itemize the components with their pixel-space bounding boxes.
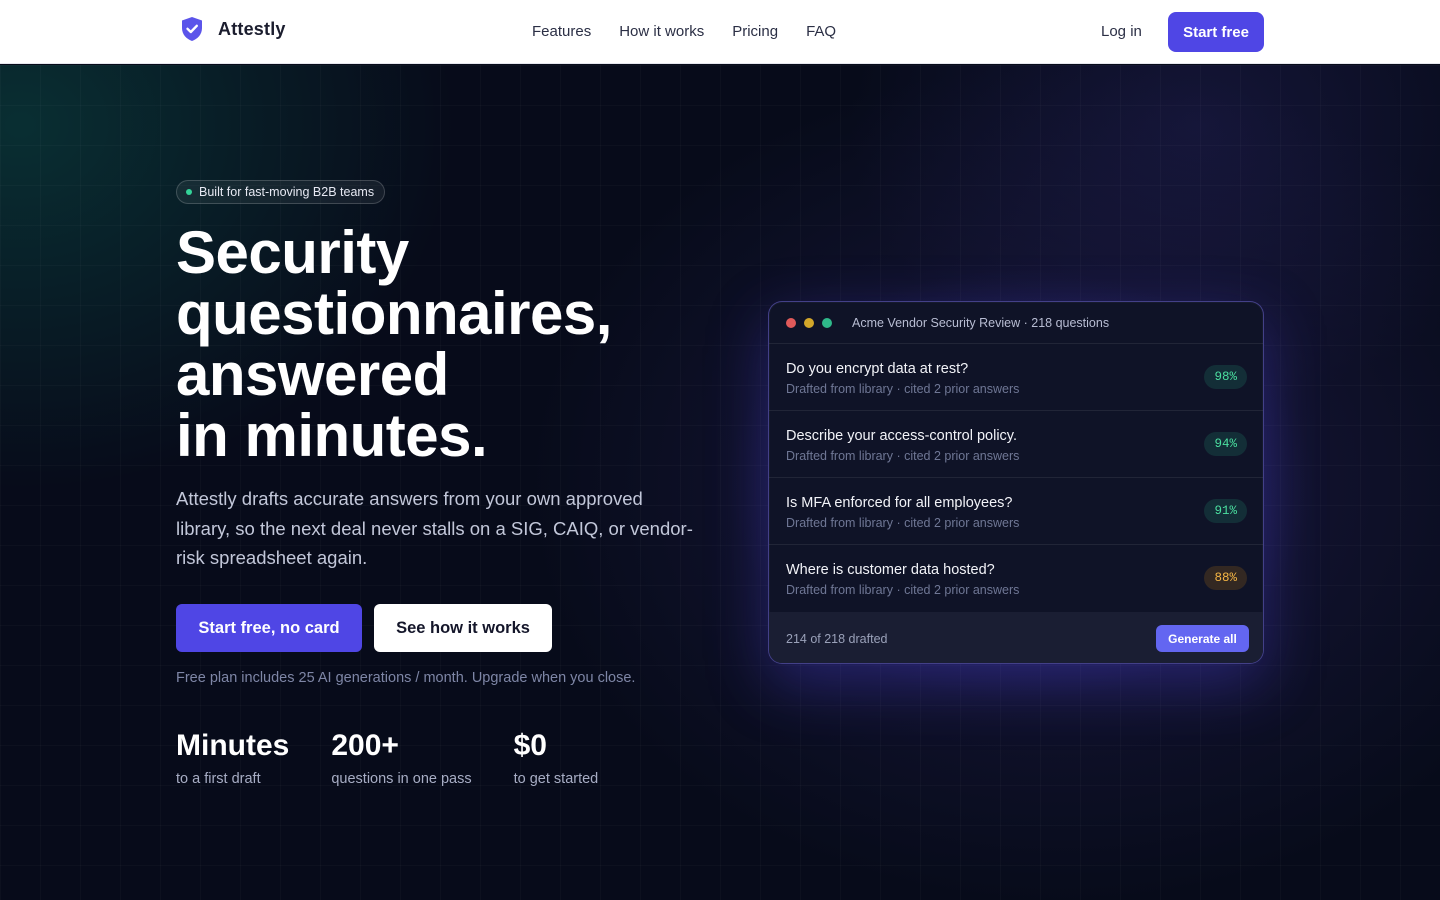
generate-all-button[interactable]: Generate all	[1156, 625, 1249, 652]
start-free-no-card-button[interactable]: Start free, no card	[176, 604, 362, 652]
brand-name: Attestly	[218, 18, 286, 39]
stat-item: $0 to get started	[514, 728, 599, 788]
status-dot-icon	[186, 189, 192, 195]
window-dot-green-icon	[822, 318, 832, 328]
question-row[interactable]: Where is customer data hosted? Drafted f…	[769, 545, 1263, 612]
login-link[interactable]: Log in	[1101, 22, 1142, 42]
question-meta: Drafted from library · cited 2 prior ans…	[786, 449, 1020, 463]
card-header: Acme Vendor Security Review · 218 questi…	[769, 302, 1263, 344]
question-row[interactable]: Describe your access-control policy. Dra…	[769, 411, 1263, 478]
shield-check-icon	[182, 17, 202, 41]
headline-line-4: in minutes.	[176, 402, 488, 469]
stat-value: 200+	[331, 729, 399, 762]
hero-subcopy: Attestly drafts accurate answers from yo…	[176, 488, 693, 568]
headline-line-2: questionnaires,	[176, 280, 612, 347]
question-row[interactable]: Is MFA enforced for all employees? Draft…	[769, 478, 1263, 545]
question-meta: Drafted from library · cited 2 prior ans…	[786, 516, 1020, 530]
question-text: Is MFA enforced for all employees?	[786, 495, 1013, 511]
question-text: Where is customer data hosted?	[786, 562, 995, 578]
top-nav-bar: Attestly Features How it works Pricing F…	[0, 0, 1440, 64]
card-footer: 214 of 218 drafted Generate all	[769, 612, 1263, 663]
stat-label: questions in one pass	[331, 771, 472, 787]
stat-item: Minutes to a first draft	[176, 728, 289, 788]
confidence-badge: 94%	[1204, 432, 1247, 456]
badge-text: Built for fast-moving B2B teams	[199, 185, 375, 199]
confidence-badge: 91%	[1204, 499, 1247, 523]
stat-value: Minutes	[176, 729, 290, 762]
see-how-it-works-button[interactable]: See how it works	[374, 604, 552, 652]
start-free-button[interactable]: Start free	[1168, 12, 1264, 52]
stats-row: Minutes to a first draft 200+ questions …	[176, 728, 640, 788]
stat-label: to a first draft	[176, 771, 261, 787]
window-dot-red-icon	[786, 318, 796, 328]
nav-link-faq[interactable]: FAQ	[806, 22, 836, 42]
audience-badge: Built for fast-moving B2B teams	[176, 180, 386, 204]
question-meta: Drafted from library · cited 2 prior ans…	[786, 382, 1020, 396]
confidence-badge: 88%	[1204, 566, 1247, 590]
free-plan-note: Free plan includes 25 AI generations / m…	[176, 670, 636, 686]
window-dot-yellow-icon	[804, 318, 814, 328]
question-row[interactable]: Do you encrypt data at rest? Drafted fro…	[769, 344, 1263, 411]
stat-value: $0	[513, 729, 547, 762]
nav-link-features[interactable]: Features	[532, 22, 591, 42]
brand-logo[interactable]: Attestly	[180, 15, 286, 43]
question-meta: Drafted from library · cited 2 prior ans…	[786, 583, 1020, 597]
stat-item: 200+ questions in one pass	[331, 728, 471, 788]
stat-label: to get started	[513, 771, 599, 787]
questionnaire-preview-card: Acme Vendor Security Review · 218 questi…	[768, 301, 1264, 664]
card-title: Acme Vendor Security Review · 218 questi…	[852, 316, 1110, 330]
nav-link-how-it-works[interactable]: How it works	[619, 22, 704, 42]
hero-headline: Security questionnaires, answered in min…	[176, 222, 696, 466]
draft-progress-text: 214 of 218 drafted	[786, 632, 888, 646]
question-text: Describe your access-control policy.	[786, 428, 1018, 444]
main-nav: Features How it works Pricing FAQ	[532, 22, 864, 42]
confidence-badge: 98%	[1204, 365, 1247, 389]
headline-line-1: Security	[176, 219, 409, 286]
nav-link-pricing[interactable]: Pricing	[732, 22, 778, 42]
headline-line-3: answered	[176, 341, 449, 408]
question-text: Do you encrypt data at rest?	[786, 361, 969, 377]
